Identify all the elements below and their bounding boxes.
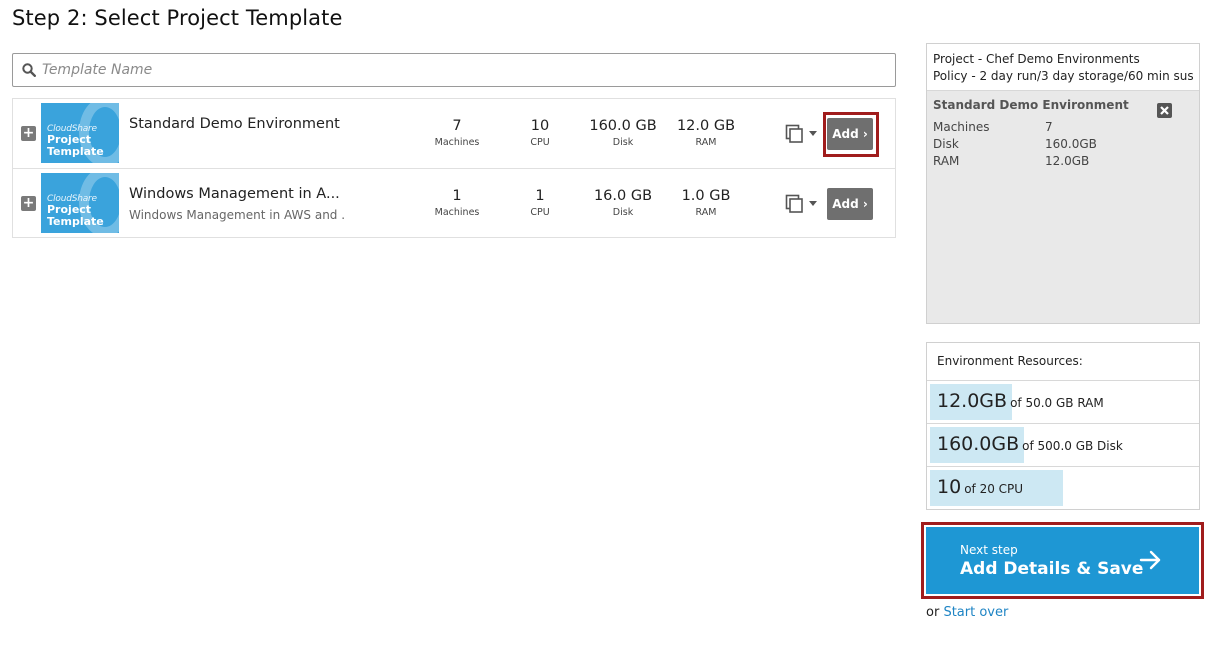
- copy-dropdown[interactable]: [785, 194, 821, 214]
- copy-dropdown[interactable]: [785, 124, 821, 144]
- detail-key: Disk: [933, 137, 959, 151]
- selected-detail-row: RAM 12.0GB: [933, 154, 1089, 168]
- close-icon[interactable]: [1157, 103, 1172, 118]
- summary-header: Project - Chef Demo Environments Policy …: [927, 44, 1199, 91]
- ram-stat: 1.0 GB RAM: [656, 188, 756, 218]
- environment-resources-panel: Environment Resources: 12.0GB of 50.0 GB …: [926, 342, 1200, 510]
- expand-icon[interactable]: +: [21, 196, 36, 211]
- resource-row-cpu: 10 of 20 CPU: [927, 467, 1199, 510]
- resources-title: Environment Resources:: [927, 343, 1199, 381]
- template-row[interactable]: + CloudShare Project Template Windows Ma…: [12, 168, 896, 238]
- ram-label: RAM: [695, 207, 717, 218]
- project-policy: Policy - 2 day run/3 day storage/60 min …: [933, 69, 1193, 83]
- template-thumbnail: CloudShare Project Template: [41, 103, 119, 163]
- resource-total: of 500.0 GB Disk: [1022, 439, 1123, 453]
- copy-icon: [785, 124, 803, 143]
- template-description: Windows Management in AWS and ...: [129, 208, 344, 222]
- search-input[interactable]: [42, 58, 882, 82]
- template-name: Standard Demo Environment: [129, 116, 340, 132]
- chevron-down-icon: [809, 131, 817, 136]
- resource-total: of 50.0 GB RAM: [1010, 396, 1104, 410]
- detail-value: 160.0GB: [1045, 137, 1097, 151]
- selection-summary-panel: Project - Chef Demo Environments Policy …: [926, 43, 1200, 324]
- resource-text: 10 of 20 CPU: [937, 476, 1023, 498]
- start-over-link[interactable]: Start over: [943, 605, 1008, 620]
- next-step-button[interactable]: Next step Add Details & Save: [926, 527, 1199, 594]
- resource-text: 160.0GB of 500.0 GB Disk: [937, 433, 1123, 455]
- page-title: Step 2: Select Project Template: [12, 6, 343, 30]
- ram-stat: 12.0 GB RAM: [656, 118, 756, 148]
- expand-icon[interactable]: +: [21, 126, 36, 141]
- search-icon: [22, 63, 36, 77]
- add-button[interactable]: Add ›: [827, 188, 873, 220]
- ram-value: 12.0 GB: [676, 118, 736, 134]
- or-text: or: [926, 605, 940, 620]
- ram-label: RAM: [695, 137, 717, 148]
- add-button[interactable]: Add ›: [827, 118, 873, 150]
- thumbnail-line2: Template: [47, 215, 104, 228]
- detail-value: 7: [1045, 120, 1053, 134]
- selected-detail-row: Disk 160.0GB: [933, 137, 1097, 151]
- next-step-label: Add Details & Save: [960, 559, 1144, 579]
- ram-value: 1.0 GB: [681, 188, 731, 204]
- resource-total: of 20 CPU: [964, 482, 1024, 496]
- resource-text: 12.0GB of 50.0 GB RAM: [937, 390, 1104, 412]
- resource-row-disk: 160.0GB of 500.0 GB Disk: [927, 424, 1199, 467]
- template-row[interactable]: + CloudShare Project Template Standard D…: [12, 98, 896, 168]
- chevron-down-icon: [809, 201, 817, 206]
- copy-icon: [785, 194, 803, 213]
- selected-detail-row: Machines 7: [933, 120, 1053, 134]
- template-name: Windows Management in A...: [129, 186, 340, 202]
- next-step-caption: Next step: [960, 543, 1018, 557]
- thumbnail-line2: Template: [47, 145, 104, 158]
- resource-used: 160.0GB: [937, 433, 1020, 455]
- template-list: + CloudShare Project Template Standard D…: [12, 98, 896, 238]
- resource-row-ram: 12.0GB of 50.0 GB RAM: [927, 381, 1199, 424]
- template-thumbnail: CloudShare Project Template: [41, 173, 119, 233]
- project-name: Project - Chef Demo Environments: [933, 52, 1140, 66]
- arrow-right-icon: [1139, 550, 1161, 570]
- detail-key: RAM: [933, 154, 960, 168]
- selected-template-name: Standard Demo Environment: [933, 98, 1129, 112]
- resource-used: 10: [937, 476, 962, 498]
- detail-key: Machines: [933, 120, 990, 134]
- template-search[interactable]: [12, 53, 896, 87]
- resource-used: 12.0GB: [937, 390, 1008, 412]
- start-over-line: or Start over: [926, 605, 1008, 620]
- detail-value: 12.0GB: [1045, 154, 1090, 168]
